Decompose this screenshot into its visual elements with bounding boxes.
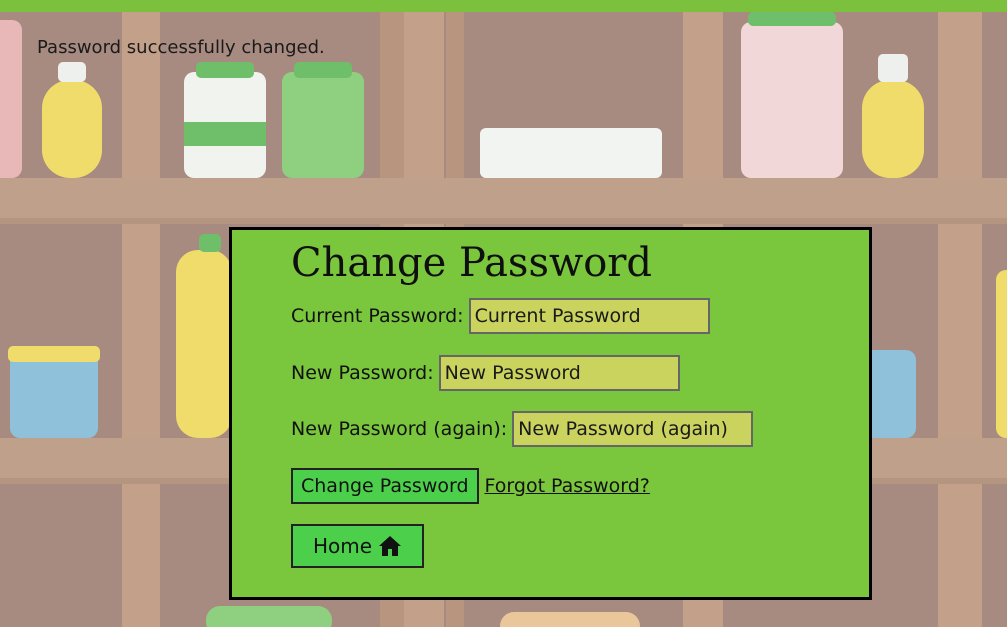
new-password-label: New Password:: [291, 362, 434, 384]
new-password-again-input[interactable]: [512, 411, 754, 447]
oil-bottle-illustration: [862, 80, 924, 178]
new-password-row: New Password:: [291, 355, 680, 391]
oil-bottle-illustration: [42, 80, 102, 178]
shelf-post: [938, 0, 982, 627]
new-password-input[interactable]: [438, 355, 680, 391]
home-row: Home: [291, 524, 425, 568]
biscuit-tin-illustration: [10, 350, 98, 438]
jar-lid-illustration: [748, 12, 836, 26]
soda-bottle-illustration: [176, 250, 232, 438]
current-password-row: Current Password:: [291, 298, 710, 334]
tomato-jar-illustration: [741, 22, 843, 178]
current-password-label: Current Password:: [291, 305, 464, 327]
home-button-label: Home: [313, 534, 373, 558]
jar-lid-illustration: [196, 62, 254, 78]
bottle-cap-illustration: [199, 234, 221, 252]
forgot-password-link[interactable]: Forgot Password?: [485, 475, 650, 497]
shelf-post: [122, 0, 160, 627]
bottle-cap-illustration: [878, 54, 908, 82]
dialog-title: Change Password: [291, 240, 653, 286]
plant-illustration: [206, 606, 332, 627]
jar-lid-illustration: [294, 62, 352, 78]
tin-lid-illustration: [8, 346, 100, 362]
new-password-again-label: New Password (again):: [291, 418, 508, 440]
biscuit-tin-illustration: [872, 350, 916, 438]
status-message: Password successfully changed.: [37, 37, 325, 58]
egg-carton-illustration: [480, 128, 662, 178]
current-password-input[interactable]: [468, 298, 710, 334]
tomato-jar-illustration: [0, 20, 22, 178]
new-password-again-row: New Password (again):: [291, 411, 754, 447]
home-icon: [379, 536, 402, 556]
bread-illustration: [500, 612, 640, 627]
top-accent-bar: [0, 0, 1007, 12]
shelf-board: [0, 178, 1007, 218]
change-password-dialog: Change Password Current Password: New Pa…: [229, 227, 872, 600]
jar-label-illustration: [184, 122, 266, 146]
change-password-button[interactable]: Change Password: [291, 468, 479, 504]
pickle-jar-illustration: [282, 72, 364, 178]
submit-row: Change Password Forgot Password?: [291, 468, 650, 504]
home-button[interactable]: Home: [291, 524, 425, 568]
bottle-cap-illustration: [58, 62, 86, 82]
shelf-edge: [0, 218, 1007, 224]
soda-bottle-illustration: [996, 270, 1007, 438]
